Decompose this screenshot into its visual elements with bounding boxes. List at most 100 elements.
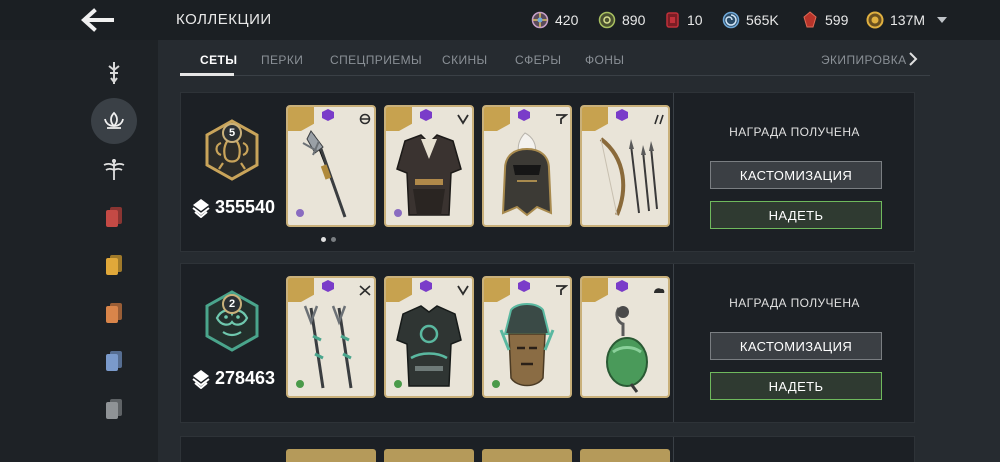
tab-backgrounds[interactable]: ФОНЫ: [585, 53, 624, 67]
type-flag-icon: [556, 285, 568, 295]
type-arrows-icon: [654, 114, 664, 125]
element-dot: [394, 209, 402, 217]
red-cards-icon: [106, 207, 122, 227]
set-item-card-partial[interactable]: [580, 449, 670, 462]
chevron-right-icon: [909, 52, 918, 66]
set-rank-badge: 2: [222, 294, 242, 314]
sidebar-item-blue-cards[interactable]: [91, 338, 137, 384]
divider: [673, 264, 674, 422]
set-item-card-partial[interactable]: [482, 449, 572, 462]
page-title: КОЛЛЕКЦИИ: [176, 11, 272, 28]
chevron-down-icon: [937, 17, 947, 23]
set-rank-badge: 5: [222, 123, 242, 143]
card-header: [288, 107, 374, 131]
customize-button[interactable]: КАСТОМИЗАЦИЯ: [710, 332, 882, 360]
element-dot: [296, 209, 304, 217]
tabs-scroll-right[interactable]: [908, 52, 918, 66]
set-item-card-trident[interactable]: [286, 276, 376, 398]
equip-button[interactable]: НАДЕТЬ: [710, 372, 882, 400]
helmet-art: [501, 132, 553, 217]
set-item-card-armor[interactable]: [384, 276, 474, 398]
currency-orb[interactable]: 420: [531, 10, 578, 30]
lotus-corner-icon: [484, 278, 510, 302]
tab-special-moves[interactable]: СПЕЦПРИЕМЫ: [330, 53, 422, 67]
lotus-corner-icon: [386, 107, 412, 131]
sidebar-item-red-cards[interactable]: [91, 194, 137, 240]
sidebar-item-grey-cards[interactable]: [91, 386, 137, 432]
active-tab-indicator: [180, 73, 234, 76]
yellow-cards-icon: [106, 255, 122, 275]
set-item-card-helmet[interactable]: [482, 276, 572, 398]
customize-button[interactable]: КАСТОМИЗАЦИЯ: [710, 161, 882, 189]
top-bar: КОЛЛЕКЦИИ 420 890 10 565K 599 137M: [0, 0, 1000, 40]
back-button[interactable]: [78, 6, 118, 34]
set-item-card-partial[interactable]: [384, 449, 474, 462]
power-icon: [192, 198, 210, 218]
orb-icon: [531, 11, 549, 29]
set-row: 5 355540 НАГРАДА ПОЛУЧЕНА КАСТОМИЗАЦИЯ Н…: [180, 92, 915, 252]
set-pager: [321, 237, 341, 243]
set-power: 355540: [191, 197, 275, 218]
set-item-card-ranged[interactable]: [580, 276, 670, 398]
tab-sets[interactable]: СЕТЫ: [200, 53, 237, 67]
tab-skins[interactable]: СКИНЫ: [442, 53, 488, 67]
pager-dot-active[interactable]: [321, 237, 326, 242]
dragonfly-icon: [103, 159, 125, 180]
lotus-corner-icon: [484, 107, 510, 131]
rarity-gem-icon: [616, 280, 628, 292]
currency-value: 599: [825, 12, 849, 28]
type-swirl-icon: [359, 113, 371, 125]
sidebar-item-orange-cards[interactable]: [91, 290, 137, 336]
red-gem-icon: [803, 11, 817, 28]
sidebar-item-sword-emblem[interactable]: [91, 50, 137, 96]
currency-green-coin[interactable]: 890: [598, 10, 645, 30]
currency-value: 10: [687, 12, 703, 28]
currency-gold[interactable]: 137M: [866, 10, 925, 30]
currency-red-gem[interactable]: 599: [801, 10, 848, 30]
currency-swirl[interactable]: 565K: [722, 10, 779, 30]
rarity-gem-icon: [518, 280, 530, 292]
set-item-card-bow[interactable]: [580, 105, 670, 227]
card-header: [582, 278, 668, 302]
back-arrow-icon: [81, 8, 114, 32]
type-flag-icon: [556, 114, 568, 124]
element-dot: [296, 380, 304, 388]
divider: [673, 93, 674, 251]
armor-art: [396, 134, 462, 216]
gold-coin-icon: [866, 11, 884, 29]
sidebar: [80, 50, 150, 462]
element-dot: [394, 380, 402, 388]
type-crossed-icon: [359, 285, 371, 296]
card-header: [484, 278, 570, 302]
sidebar-item-yellow-cards[interactable]: [91, 242, 137, 288]
pager-dot[interactable]: [331, 237, 336, 242]
equip-button[interactable]: НАДЕТЬ: [710, 201, 882, 229]
currency-red-card[interactable]: 10: [663, 10, 703, 30]
card-header: [386, 278, 472, 302]
set-item-card-spear[interactable]: [286, 105, 376, 227]
sidebar-item-dragonfly[interactable]: [91, 146, 137, 192]
sword-emblem-icon: [108, 62, 120, 84]
currency-value: 420: [555, 12, 579, 28]
set-item-card-armor[interactable]: [384, 105, 474, 227]
card-header: [582, 107, 668, 131]
card-header: [484, 107, 570, 131]
lotus-corner-icon: [288, 107, 314, 131]
set-item-card-helmet[interactable]: [482, 105, 572, 227]
currency-value: 565K: [746, 12, 779, 28]
category-tabs: СЕТЫ ПЕРКИ СПЕЦПРИЕМЫ СКИНЫ СФЕРЫ ФОНЫ Э…: [180, 46, 930, 76]
lotus-corner-icon: [386, 278, 412, 302]
rarity-gem-icon: [322, 280, 334, 292]
orange-cards-icon: [106, 303, 122, 323]
reward-status: НАГРАДА ПОЛУЧЕНА: [729, 125, 860, 139]
rarity-gem-icon: [518, 109, 530, 121]
currency-dropdown[interactable]: [935, 13, 949, 27]
card-header: [386, 107, 472, 131]
tab-equipment[interactable]: ЭКИПИРОВКА: [821, 53, 907, 67]
tab-perks[interactable]: ПЕРКИ: [261, 53, 303, 67]
tab-spheres[interactable]: СФЕРЫ: [515, 53, 561, 67]
sidebar-item-lotus[interactable]: [91, 98, 137, 144]
set-item-card-partial[interactable]: [286, 449, 376, 462]
divider: [673, 437, 674, 462]
lotus-corner-icon: [582, 278, 608, 302]
